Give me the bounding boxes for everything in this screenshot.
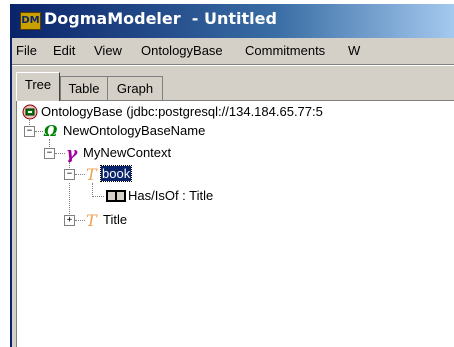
tree-node-term-title[interactable]: Title	[103, 210, 127, 230]
tab-tree[interactable]: Tree	[16, 72, 60, 101]
tab-graph[interactable]: Graph	[107, 76, 163, 101]
svg-text:T: T	[86, 211, 98, 229]
menu-view[interactable]: View	[94, 43, 122, 58]
term-icon: T	[86, 211, 98, 229]
tree-node-ontologybase[interactable]: OntologyBase (jdbc:postgresql://134.184.…	[41, 102, 323, 122]
term-icon: T	[86, 165, 98, 183]
menu-window[interactable]: W	[348, 43, 360, 58]
tree-line	[69, 183, 71, 216]
collapse-icon[interactable]: −	[64, 169, 75, 180]
expand-icon[interactable]: +	[64, 215, 75, 226]
tree-panel: OntologyBase (jdbc:postgresql://134.184.…	[16, 100, 454, 347]
svg-text:T: T	[86, 165, 98, 183]
tree-node-base-name[interactable]: NewOntologyBaseName	[63, 121, 205, 141]
menu-bar: File Edit View OntologyBase Commitments …	[12, 38, 454, 64]
app-window: DM DogmaModeler - Untitled File Edit Vie…	[10, 4, 454, 347]
window-title: DogmaModeler - Untitled	[44, 9, 277, 28]
tree-line	[75, 174, 85, 176]
svg-text:Ω: Ω	[43, 123, 58, 139]
gamma-context-icon: γ	[66, 144, 78, 162]
title-bar[interactable]: DM DogmaModeler - Untitled	[12, 4, 454, 38]
menu-divider-highlight	[12, 65, 454, 66]
tree-node-context[interactable]: MyNewContext	[83, 143, 171, 163]
collapse-icon[interactable]: −	[44, 148, 55, 159]
tree-node-term-book-label: book	[99, 165, 133, 182]
collapse-icon[interactable]: −	[24, 126, 35, 137]
tree-line	[55, 153, 65, 155]
tree-node-relation[interactable]: Has/IsOf : Title	[128, 186, 213, 206]
tree-node-term-book[interactable]: book	[99, 164, 133, 184]
menu-ontologybase[interactable]: OntologyBase	[141, 43, 223, 58]
relation-icon	[106, 190, 126, 202]
tab-table[interactable]: Table	[60, 76, 108, 101]
svg-text:γ: γ	[66, 144, 78, 162]
menu-edit[interactable]: Edit	[53, 43, 75, 58]
menu-file[interactable]: File	[16, 43, 37, 58]
app-logo-icon: DM	[20, 12, 41, 30]
tree-line	[35, 131, 43, 133]
database-connection-icon	[22, 104, 38, 120]
tree-line	[92, 196, 104, 198]
tree-line	[92, 183, 94, 197]
tree-line	[75, 220, 85, 222]
omega-ontology-icon: Ω	[43, 123, 58, 139]
menu-commitments[interactable]: Commitments	[245, 43, 325, 58]
